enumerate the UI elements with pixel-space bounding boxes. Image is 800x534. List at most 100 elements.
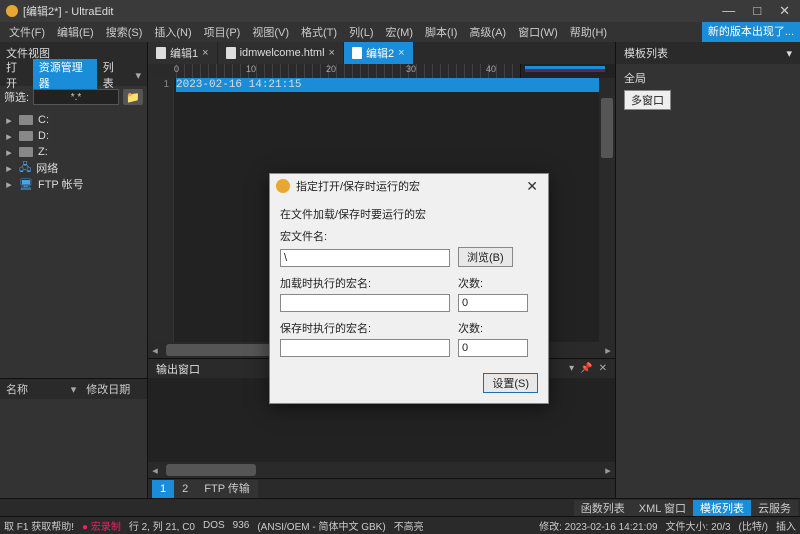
scroll-left-icon[interactable]: ◂ [148, 342, 162, 358]
scrollbar-thumb[interactable] [166, 344, 286, 356]
ruler: 0 10 20 30 40 [148, 64, 615, 78]
count-label: 次数: [458, 320, 528, 336]
tree-label: C: [38, 114, 49, 126]
menu-insert[interactable]: 插入(N) [148, 24, 197, 40]
status-encoding[interactable]: (ANSI/OEM - 简体中文 GBK) [257, 518, 385, 533]
macro-dialog: 指定打开/保存时运行的宏 ✕ 在文件加载/保存时要运行的宏 宏文件名: 浏览(B… [269, 173, 549, 404]
close-button[interactable]: ✕ [779, 3, 790, 19]
menu-column[interactable]: 列(L) [343, 24, 379, 40]
expand-icon[interactable]: ▸ [4, 162, 14, 175]
tree-label: 网络 [36, 160, 58, 176]
menu-script[interactable]: 脚本(I) [419, 24, 463, 40]
minimize-button[interactable]: — [722, 3, 735, 19]
filter-input[interactable] [33, 89, 119, 105]
bottom-tab-2[interactable]: 2 [174, 480, 196, 498]
menu-search[interactable]: 搜索(S) [100, 24, 149, 40]
editor-line[interactable]: 2023-02-16 14:21:15 [176, 78, 599, 92]
close-icon[interactable]: ✕ [599, 363, 607, 374]
doc-tab-2[interactable]: idmwelcome.html × [218, 42, 344, 64]
expand-icon[interactable]: ▸ [4, 114, 14, 127]
tab-functions[interactable]: 函数列表 [574, 500, 632, 516]
filter-label: 筛选: [4, 89, 29, 105]
scroll-left-icon[interactable]: ◂ [148, 462, 162, 478]
tree-item[interactable]: ▸🖧网络 [4, 160, 143, 176]
tree-item[interactable]: ▸D: [4, 128, 143, 144]
tree-item[interactable]: ▸🖥FTP 帐号 [4, 176, 143, 192]
expand-icon[interactable]: ▸ [4, 178, 14, 191]
chevron-down-icon[interactable]: ▾ [569, 363, 574, 374]
save-macro-input[interactable] [280, 339, 450, 357]
menu-format[interactable]: 格式(T) [295, 24, 343, 40]
ftp-icon: 🖥 [19, 178, 33, 191]
status-lineend[interactable]: DOS [203, 520, 225, 531]
scrollbar-thumb[interactable] [601, 98, 613, 158]
status-insert[interactable]: 插入 [776, 518, 796, 533]
load-count-input[interactable] [458, 294, 528, 312]
tree-label: Z: [38, 146, 48, 158]
minimap[interactable] [520, 64, 615, 78]
close-icon[interactable]: ✕ [522, 178, 542, 195]
pin-icon[interactable]: 📌 [580, 363, 592, 374]
status-recording[interactable]: ● 宏录制 [82, 518, 121, 533]
ruler-num: 0 [174, 64, 179, 74]
doc-tab-label: 编辑2 [366, 45, 394, 61]
tree-item[interactable]: ▸ C: [4, 112, 143, 128]
close-icon[interactable]: × [202, 47, 208, 59]
load-macro-input[interactable] [280, 294, 450, 312]
doc-tab-1[interactable]: 编辑1 × [148, 42, 218, 64]
status-codepage[interactable]: 936 [233, 520, 250, 531]
template-scope[interactable]: 全局 [624, 70, 792, 86]
doc-tab-3[interactable]: 编辑2 × [344, 42, 414, 64]
menu-edit[interactable]: 编辑(E) [51, 24, 100, 40]
vertical-scrollbar[interactable] [599, 78, 615, 342]
menu-macro[interactable]: 宏(M) [380, 24, 420, 40]
gutter: 1 [148, 78, 174, 342]
folder-icon[interactable]: 📁 [123, 89, 143, 105]
scrollbar-thumb[interactable] [166, 464, 256, 476]
close-icon[interactable]: × [398, 47, 404, 59]
macro-file-input[interactable] [280, 249, 450, 267]
tab-templates[interactable]: 模板列表 [693, 500, 751, 516]
bottom-tab-ftp[interactable]: FTP 传输 [196, 480, 258, 498]
expand-icon[interactable]: ▸ [4, 130, 14, 143]
menu-view[interactable]: 视图(V) [246, 24, 295, 40]
menu-file[interactable]: 文件(F) [3, 24, 51, 40]
set-button[interactable]: 设置(S) [483, 373, 538, 393]
menu-advanced[interactable]: 高级(A) [463, 24, 512, 40]
template-item[interactable]: 多窗口 [624, 90, 671, 110]
output-title: 输出窗口 [156, 361, 200, 377]
scroll-right-icon[interactable]: ▸ [601, 462, 615, 478]
expand-icon[interactable]: ▸ [4, 146, 14, 159]
chevron-down-icon[interactable]: ▾ [129, 69, 147, 82]
bottom-panel-tabs: 函数列表 XML 窗口 模板列表 云服务 [0, 498, 800, 516]
scroll-right-icon[interactable]: ▸ [601, 342, 615, 358]
line-number: 1 [148, 78, 173, 92]
left-subtabs: 打开 资源管理器 列表 ▾ [0, 64, 147, 86]
load-macro-label: 加载时执行的宏名: [280, 275, 450, 291]
save-count-input[interactable] [458, 339, 528, 357]
close-icon[interactable]: × [329, 47, 335, 59]
tab-cloud[interactable]: 云服务 [751, 500, 798, 516]
update-notice[interactable]: 新的版本出现了... [702, 22, 800, 42]
col-name[interactable]: 名称 [0, 381, 67, 397]
dialog-heading: 在文件加载/保存时要运行的宏 [280, 206, 538, 222]
right-panel-title: 模板列表 ▾ [615, 42, 800, 64]
menu-window[interactable]: 窗口(W) [512, 24, 564, 40]
ruler-num: 30 [406, 64, 416, 74]
browse-button[interactable]: 浏览(B) [458, 247, 513, 267]
output-scrollbar[interactable]: ◂ ▸ [148, 462, 615, 478]
template-list-label: 模板列表 [624, 45, 668, 61]
app-icon [6, 5, 18, 17]
tab-xml[interactable]: XML 窗口 [632, 500, 693, 516]
status-highlight[interactable]: 不高亮 [394, 518, 424, 533]
col-date[interactable]: 修改日期 [80, 381, 147, 397]
status-help: 取 F1 获取帮助! [4, 518, 74, 533]
menu-project[interactable]: 项目(P) [198, 24, 247, 40]
chevron-down-icon[interactable]: ▾ [786, 47, 792, 60]
chevron-down-icon[interactable]: ▾ [67, 383, 81, 396]
dialog-titlebar[interactable]: 指定打开/保存时运行的宏 ✕ [270, 174, 548, 198]
file-icon [156, 47, 166, 59]
bottom-tab-1[interactable]: 1 [152, 480, 174, 498]
menu-help[interactable]: 帮助(H) [564, 24, 613, 40]
maximize-button[interactable]: □ [753, 3, 761, 19]
